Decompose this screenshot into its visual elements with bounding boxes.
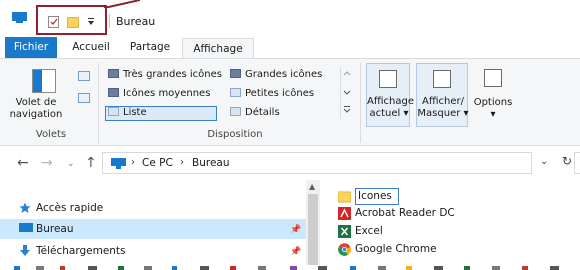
breadcrumb-chevron-icon[interactable]: › xyxy=(131,157,135,168)
tab-share[interactable]: Partage xyxy=(124,37,176,59)
layout-option-label: Petites icônes xyxy=(245,88,315,99)
search-box[interactable] xyxy=(574,152,580,174)
customize-toolbar-dropdown-icon[interactable] xyxy=(87,17,95,27)
preview-pane-icon[interactable] xyxy=(78,71,90,81)
nav-item-label: Téléchargements xyxy=(36,245,126,257)
nav-item-downloads[interactable]: Téléchargements 📌 xyxy=(0,241,306,261)
chrome-icon xyxy=(338,243,351,256)
chevron-down-icon: ▾ xyxy=(403,108,409,119)
show-hide-icon xyxy=(433,70,451,88)
properties-icon[interactable] xyxy=(48,16,59,28)
forward-arrow-icon[interactable]: → xyxy=(41,155,53,171)
navigation-pane-button[interactable]: Volet de navigation xyxy=(4,97,68,121)
nav-item-desktop[interactable]: Bureau 📌 xyxy=(0,219,306,239)
layout-details[interactable]: Détails xyxy=(230,106,280,120)
ribbon: Volet de navigation Volets Très grandes … xyxy=(0,58,580,146)
layout-option-label: Icônes moyennes xyxy=(123,88,211,99)
show-hide-button[interactable]: Afficher/ Masquer ▾ xyxy=(416,63,469,127)
options-label: Options xyxy=(473,97,513,108)
show-hide-label-line2: Masquer xyxy=(417,108,461,119)
explorer-app-icon xyxy=(12,12,27,23)
options-button[interactable]: Options ▾ xyxy=(472,63,514,121)
back-arrow-icon[interactable]: ← xyxy=(17,155,29,171)
tab-home[interactable]: Accueil xyxy=(66,37,116,59)
layout-option-label: Grandes icônes xyxy=(245,69,323,80)
this-pc-icon xyxy=(111,158,126,169)
new-folder-icon[interactable] xyxy=(67,17,79,28)
panes-group-label: Volets xyxy=(35,129,67,140)
layout-option-label: Liste xyxy=(123,107,147,118)
navigation-pane-label-line2: navigation xyxy=(9,109,63,120)
ribbon-tabs: Fichier Accueil Partage Affichage xyxy=(0,37,580,60)
breadcrumb-this-pc[interactable]: Ce PC xyxy=(142,157,173,169)
acrobat-icon xyxy=(338,207,351,220)
tab-file[interactable]: Fichier xyxy=(5,37,57,59)
desktop-items-strip xyxy=(0,265,580,270)
medium-icons-icon xyxy=(108,88,119,97)
scroll-up-arrow-icon[interactable]: ▲ xyxy=(309,182,315,191)
folder-icon xyxy=(338,191,351,203)
up-arrow-icon[interactable]: ↑ xyxy=(85,155,97,171)
current-view-button[interactable]: Affichage actuel ▾ xyxy=(366,63,414,127)
layout-gallery-scroll[interactable] xyxy=(340,67,352,119)
layout-large-icons[interactable]: Grandes icônes xyxy=(230,68,322,82)
chevron-down-icon: ▾ xyxy=(490,109,496,120)
file-name: Google Chrome xyxy=(355,243,437,255)
list-icon xyxy=(108,107,119,116)
breadcrumb-desktop[interactable]: Bureau xyxy=(192,157,230,169)
nav-item-label: Bureau xyxy=(36,223,74,235)
navigation-pane-label-line1: Volet de xyxy=(15,97,57,108)
address-input[interactable]: › Ce PC › Bureau xyxy=(102,152,532,174)
layout-group-label: Disposition xyxy=(207,129,263,140)
file-name: Excel xyxy=(355,225,383,237)
layout-extra-large-icons[interactable]: Très grandes icônes xyxy=(108,68,222,82)
layout-small-icons[interactable]: Petites icônes xyxy=(230,87,314,101)
file-name: Acrobat Reader DC xyxy=(355,207,455,219)
current-view-label-line1: Affichage xyxy=(367,96,414,107)
recent-locations-chevron-icon[interactable]: ⌄ xyxy=(67,159,75,169)
star-icon xyxy=(19,202,31,213)
breadcrumb-chevron-icon[interactable]: › xyxy=(180,157,184,168)
excel-icon xyxy=(338,225,351,238)
tab-view[interactable]: Affichage xyxy=(182,38,254,60)
chevron-down-icon: ▾ xyxy=(463,108,469,119)
group-separator xyxy=(98,63,99,143)
layout-option-label: Détails xyxy=(245,107,280,118)
details-pane-icon[interactable] xyxy=(78,93,90,103)
small-icons-icon xyxy=(230,88,241,97)
title-bar: Bureau xyxy=(0,0,580,37)
current-view-icon xyxy=(379,70,397,88)
file-list: Icones Acrobat Reader DC Excel Google Ch… xyxy=(320,180,580,270)
large-icons-icon xyxy=(230,69,241,78)
layout-list[interactable]: Liste xyxy=(108,106,147,120)
address-history-dropdown-icon[interactable]: ⌄ xyxy=(540,156,548,167)
navigation-pane: Accès rapide Bureau 📌 Téléchargements 📌 … xyxy=(0,180,320,270)
show-hide-label-line1: Afficher/ xyxy=(422,96,464,107)
extra-large-icons-icon xyxy=(108,69,119,78)
navigation-pane-icon[interactable] xyxy=(32,69,56,93)
address-bar-row: ← → ⌄ ↑ › Ce PC › Bureau ⌄ ↻ xyxy=(0,147,580,179)
title-separator xyxy=(109,14,110,28)
current-view-label-line2: actuel xyxy=(369,108,401,119)
pin-icon[interactable]: 📌 xyxy=(290,220,301,240)
layout-option-label: Très grandes icônes xyxy=(123,69,222,80)
details-icon xyxy=(230,107,241,116)
window-title: Bureau xyxy=(116,15,156,28)
nav-item-quick-access[interactable]: Accès rapide xyxy=(0,198,306,218)
gallery-scroll-arrows-icon xyxy=(343,71,351,113)
refresh-icon[interactable]: ↻ xyxy=(562,154,572,168)
download-arrow-icon xyxy=(20,245,30,256)
group-separator xyxy=(360,63,361,143)
rename-input[interactable]: Icones xyxy=(355,188,399,205)
options-icon xyxy=(484,69,502,87)
desktop-icon xyxy=(19,223,33,232)
nav-item-label: Accès rapide xyxy=(36,202,104,214)
pin-icon[interactable]: 📌 xyxy=(290,242,301,262)
scrollbar-thumb[interactable] xyxy=(308,194,318,270)
layout-medium-icons[interactable]: Icônes moyennes xyxy=(108,87,210,101)
